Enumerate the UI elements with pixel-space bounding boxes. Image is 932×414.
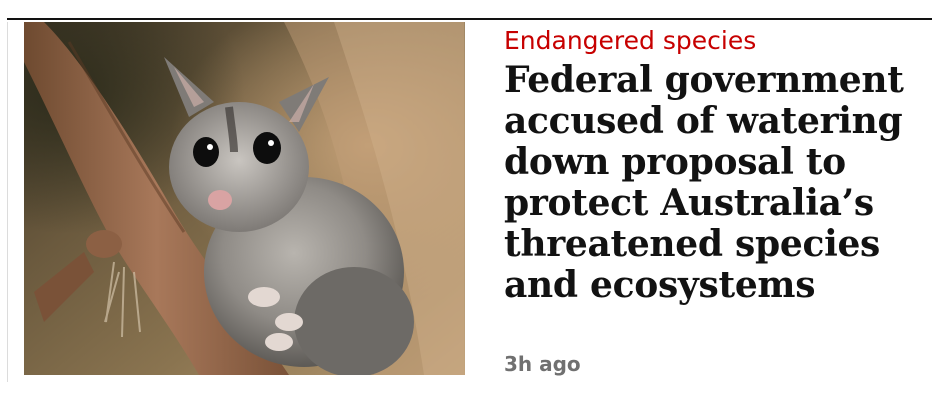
- article-image[interactable]: [24, 22, 465, 375]
- left-divider: [7, 22, 8, 382]
- article-text: Endangered species Federal government ac…: [504, 26, 929, 306]
- top-divider: [7, 18, 932, 20]
- article-headline[interactable]: Federal government accused of watering d…: [504, 60, 929, 306]
- timestamp: 3h ago: [504, 352, 581, 376]
- article-card[interactable]: Endangered species Federal government ac…: [0, 0, 932, 414]
- section-kicker[interactable]: Endangered species: [504, 26, 929, 56]
- possum-photo: [24, 22, 465, 375]
